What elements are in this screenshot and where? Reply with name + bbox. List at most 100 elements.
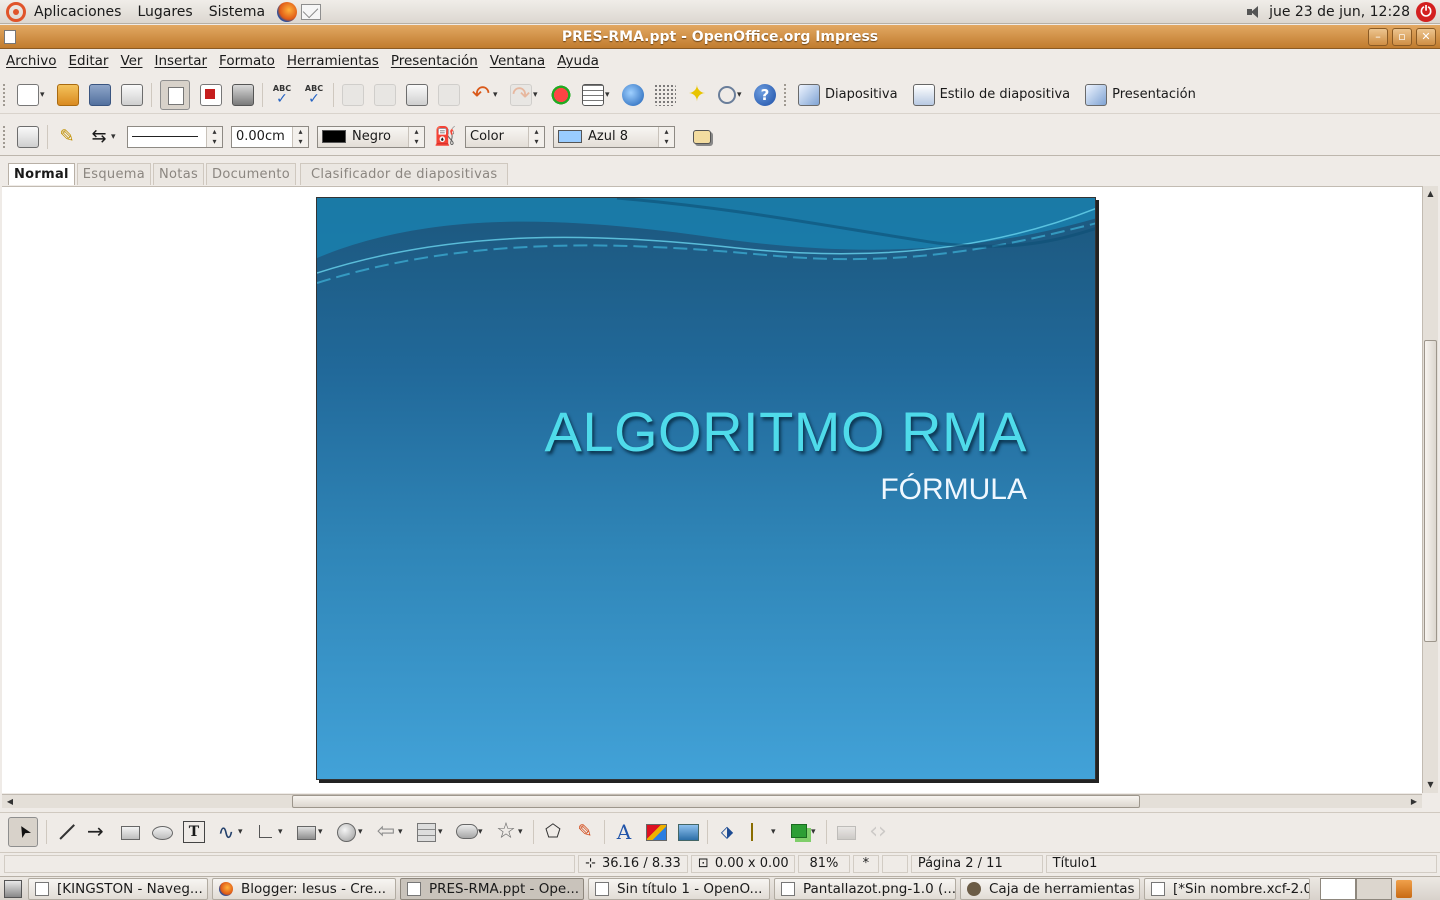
stars-icon[interactable]: ☆ <box>495 820 517 843</box>
workspace-switcher-1[interactable] <box>1320 877 1356 900</box>
align-dropdown-arrow[interactable]: ▾ <box>771 827 781 837</box>
line-style-select[interactable]: ▴ ▾ <box>127 125 223 148</box>
scroll-down-arrow[interactable]: ▼ <box>1424 778 1437 792</box>
maximize-button[interactable]: ▫ <box>1392 28 1412 46</box>
volume-icon[interactable] <box>1247 5 1263 19</box>
horizontal-scrollbar[interactable]: ◀ ▶ <box>2 794 1422 808</box>
menu-herramientas[interactable]: Herramientas <box>281 53 385 69</box>
minimize-button[interactable]: – <box>1368 28 1388 46</box>
panel-menu-lugares[interactable]: Lugares <box>129 0 200 24</box>
task-caja-herramientas[interactable]: Caja de herramientas <box>960 877 1140 900</box>
symbol-shapes-dropdown-arrow[interactable]: ▾ <box>358 827 368 837</box>
redo-dropdown-arrow[interactable]: ▾ <box>533 90 543 100</box>
menu-editar[interactable]: Editar <box>62 53 114 69</box>
paste-icon[interactable] <box>406 83 428 106</box>
vertical-scrollbar[interactable]: ▲ ▼ <box>1422 186 1438 793</box>
line-tool-icon[interactable] <box>55 821 77 843</box>
line-arrow-tool-icon[interactable] <box>87 819 109 843</box>
arrow-style-dropdown-arrow[interactable]: ▾ <box>111 132 121 142</box>
trash-icon[interactable] <box>1396 879 1412 898</box>
insert-table-icon[interactable] <box>582 83 604 106</box>
task-sin-nombre-xcf[interactable]: [*Sin nombre.xcf-2.0... <box>1144 877 1310 900</box>
panel-menu-sistema[interactable]: Sistema <box>201 0 273 24</box>
basic-shapes-icon[interactable] <box>295 821 317 843</box>
toolbar-grip[interactable] <box>784 83 790 106</box>
menu-ventana[interactable]: Ventana <box>484 53 551 69</box>
slide-icon[interactable] <box>798 83 820 106</box>
slide-workspace[interactable]: ALGORITMO RMA FÓRMULA <box>2 186 1422 793</box>
line-style-spin[interactable]: ▴ ▾ <box>206 126 222 147</box>
arrange-dropdown-arrow[interactable]: ▾ <box>811 827 821 837</box>
slide-subtitle[interactable]: FÓRMULA <box>880 473 1027 507</box>
firefox-launcher-icon[interactable] <box>277 1 298 22</box>
slide-design-label[interactable]: Estilo de diapositiva <box>940 87 1071 102</box>
copy-icon[interactable] <box>374 83 396 106</box>
table-dropdown-arrow[interactable]: ▾ <box>605 90 615 100</box>
scroll-left-arrow[interactable]: ◀ <box>3 795 17 808</box>
open-icon[interactable] <box>57 83 79 106</box>
area-color-spin[interactable]: ▴ ▾ <box>658 126 674 147</box>
insert-chart-icon[interactable] <box>550 83 572 106</box>
scroll-up-arrow[interactable]: ▲ <box>1424 187 1437 201</box>
area-style-select[interactable]: Color ▴ ▾ <box>465 125 545 148</box>
basic-shapes-dropdown-arrow[interactable]: ▾ <box>318 827 328 837</box>
connector-dropdown-arrow[interactable]: ▾ <box>278 827 288 837</box>
line-icon[interactable]: ✎ <box>56 126 78 148</box>
styles-formatting-icon[interactable] <box>17 125 39 148</box>
task-sin-titulo[interactable]: Sin título 1 - OpenO... <box>588 877 770 900</box>
curve-dropdown-arrow[interactable]: ▾ <box>238 827 248 837</box>
workspace-switcher-2[interactable] <box>1356 877 1392 900</box>
block-arrows-dropdown-arrow[interactable]: ▾ <box>398 827 408 837</box>
presentation-icon[interactable] <box>1085 83 1108 106</box>
task-blogger[interactable]: Blogger: Iesus - Cre... <box>212 877 396 900</box>
tab-normal[interactable]: Normal <box>8 163 75 185</box>
slide-design-icon[interactable] <box>912 83 935 106</box>
shadow-toggle-icon[interactable] <box>835 821 857 843</box>
menu-ver[interactable]: Ver <box>114 53 148 69</box>
area-icon[interactable]: ⛽ <box>434 126 456 148</box>
redo-icon[interactable]: ↷ <box>510 83 532 106</box>
tab-esquema[interactable]: Esquema <box>76 163 152 185</box>
menu-insertar[interactable]: Insertar <box>148 53 213 69</box>
glue-points-icon[interactable]: ✎ <box>574 821 596 843</box>
power-icon[interactable]: ⏻ <box>1416 1 1436 22</box>
toolbar-grip[interactable] <box>3 83 9 106</box>
shadow-icon[interactable] <box>693 129 711 144</box>
extrusion-toggle-icon[interactable]: ⬗ <box>716 821 738 843</box>
fontwork-icon[interactable]: A <box>613 821 635 843</box>
flowchart-icon[interactable] <box>415 821 437 843</box>
tab-documento[interactable]: Documento <box>206 163 297 185</box>
ellipse-tool-icon[interactable] <box>151 821 173 843</box>
display-grid-icon[interactable] <box>654 83 676 106</box>
navigator-icon[interactable]: ✦ <box>686 83 708 106</box>
ubuntu-logo-icon[interactable] <box>6 1 26 22</box>
status-zoom[interactable]: 81% <box>797 854 850 873</box>
window-menu-icon[interactable] <box>4 30 16 44</box>
rectangle-tool-icon[interactable] <box>119 821 141 843</box>
callouts-dropdown-arrow[interactable]: ▾ <box>478 827 488 837</box>
spellcheck-icon[interactable]: ABC <box>271 84 293 106</box>
vertical-scroll-thumb[interactable] <box>1424 340 1437 642</box>
panel-menu-aplicaciones[interactable]: Aplicaciones <box>26 0 129 24</box>
menu-archivo[interactable]: Archivo <box>0 53 62 69</box>
export-pdf-icon[interactable] <box>200 83 222 106</box>
zoom-dropdown-arrow[interactable]: ▾ <box>737 90 747 100</box>
text-tool-icon[interactable]: T <box>183 820 205 843</box>
from-file-image-icon[interactable] <box>645 821 667 843</box>
stars-dropdown-arrow[interactable]: ▾ <box>518 827 528 837</box>
scroll-right-arrow[interactable]: ▶ <box>1407 795 1421 808</box>
points-icon[interactable]: ⬠ <box>542 821 564 843</box>
connector-tool-icon[interactable] <box>255 821 277 843</box>
autospellcheck-icon[interactable]: ABC <box>303 84 325 106</box>
menu-ayuda[interactable]: Ayuda <box>551 53 605 69</box>
new-dropdown-arrow[interactable]: ▾ <box>40 90 50 100</box>
show-desktop-icon[interactable] <box>4 879 22 898</box>
zoom-icon[interactable] <box>718 85 736 104</box>
email-document-icon[interactable] <box>121 83 143 106</box>
save-icon[interactable] <box>89 83 111 106</box>
interaction-icon[interactable]: ‹› <box>867 820 889 843</box>
menu-formato[interactable]: Formato <box>213 53 281 69</box>
line-width-field[interactable]: 0.00cm ▴ ▾ <box>231 125 309 148</box>
line-width-spin[interactable]: ▴ ▾ <box>292 126 308 147</box>
task-pantallazo[interactable]: Pantallazot.png-1.0 (... <box>774 877 956 900</box>
